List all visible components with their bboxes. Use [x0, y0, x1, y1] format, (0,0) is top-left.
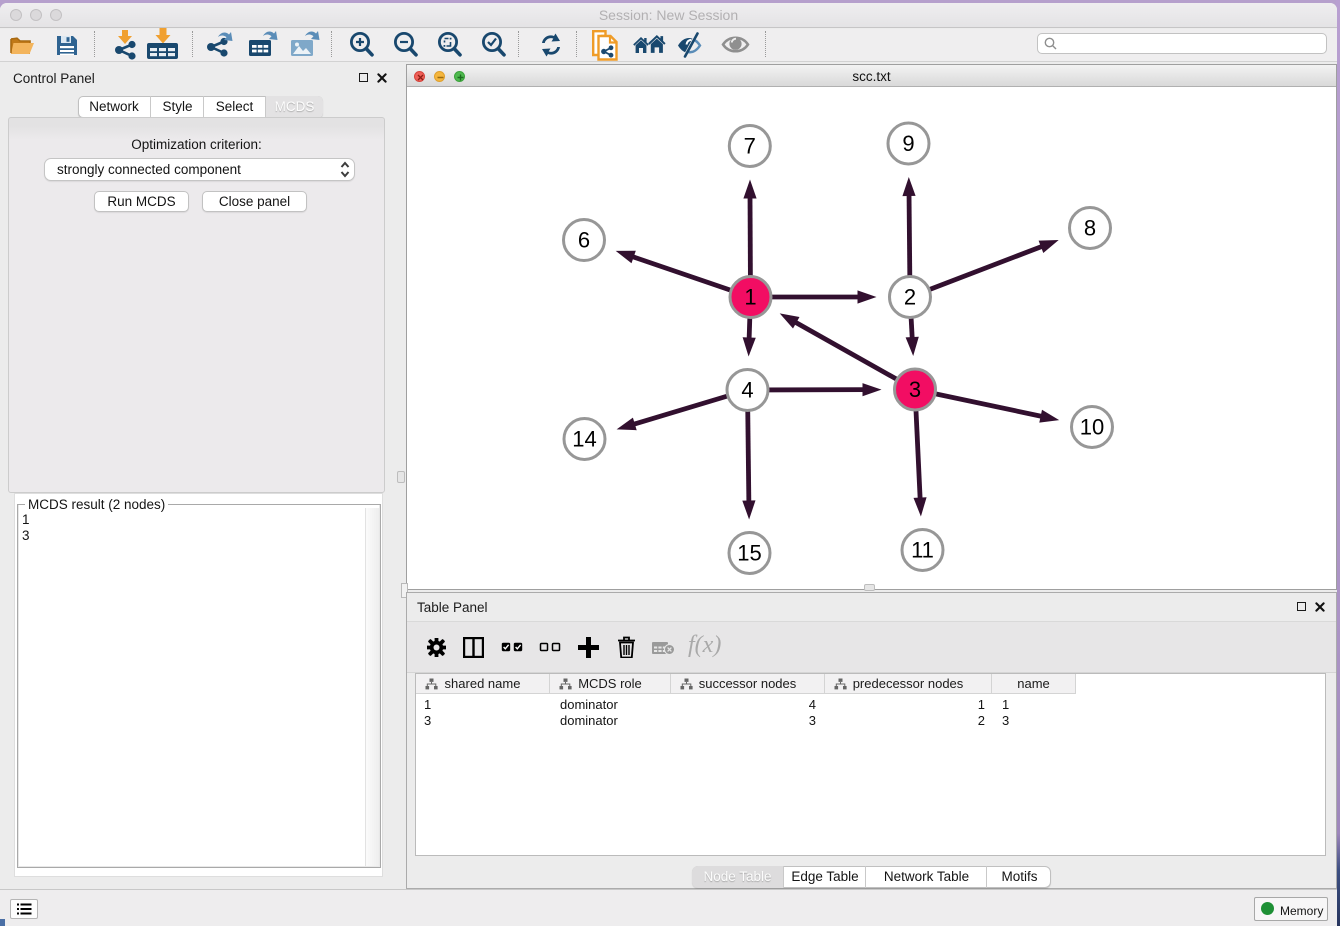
svg-text:10: 10	[1080, 415, 1104, 440]
svg-text:1: 1	[744, 285, 756, 310]
svg-text:2: 2	[904, 285, 916, 310]
svg-text:14: 14	[572, 427, 596, 452]
svg-text:8: 8	[1084, 216, 1096, 241]
svg-text:3: 3	[909, 377, 921, 402]
svg-text:9: 9	[902, 131, 914, 156]
svg-text:15: 15	[737, 541, 761, 566]
svg-text:11: 11	[911, 538, 934, 563]
svg-text:4: 4	[741, 378, 753, 403]
svg-text:7: 7	[744, 134, 756, 159]
svg-text:6: 6	[578, 228, 590, 253]
